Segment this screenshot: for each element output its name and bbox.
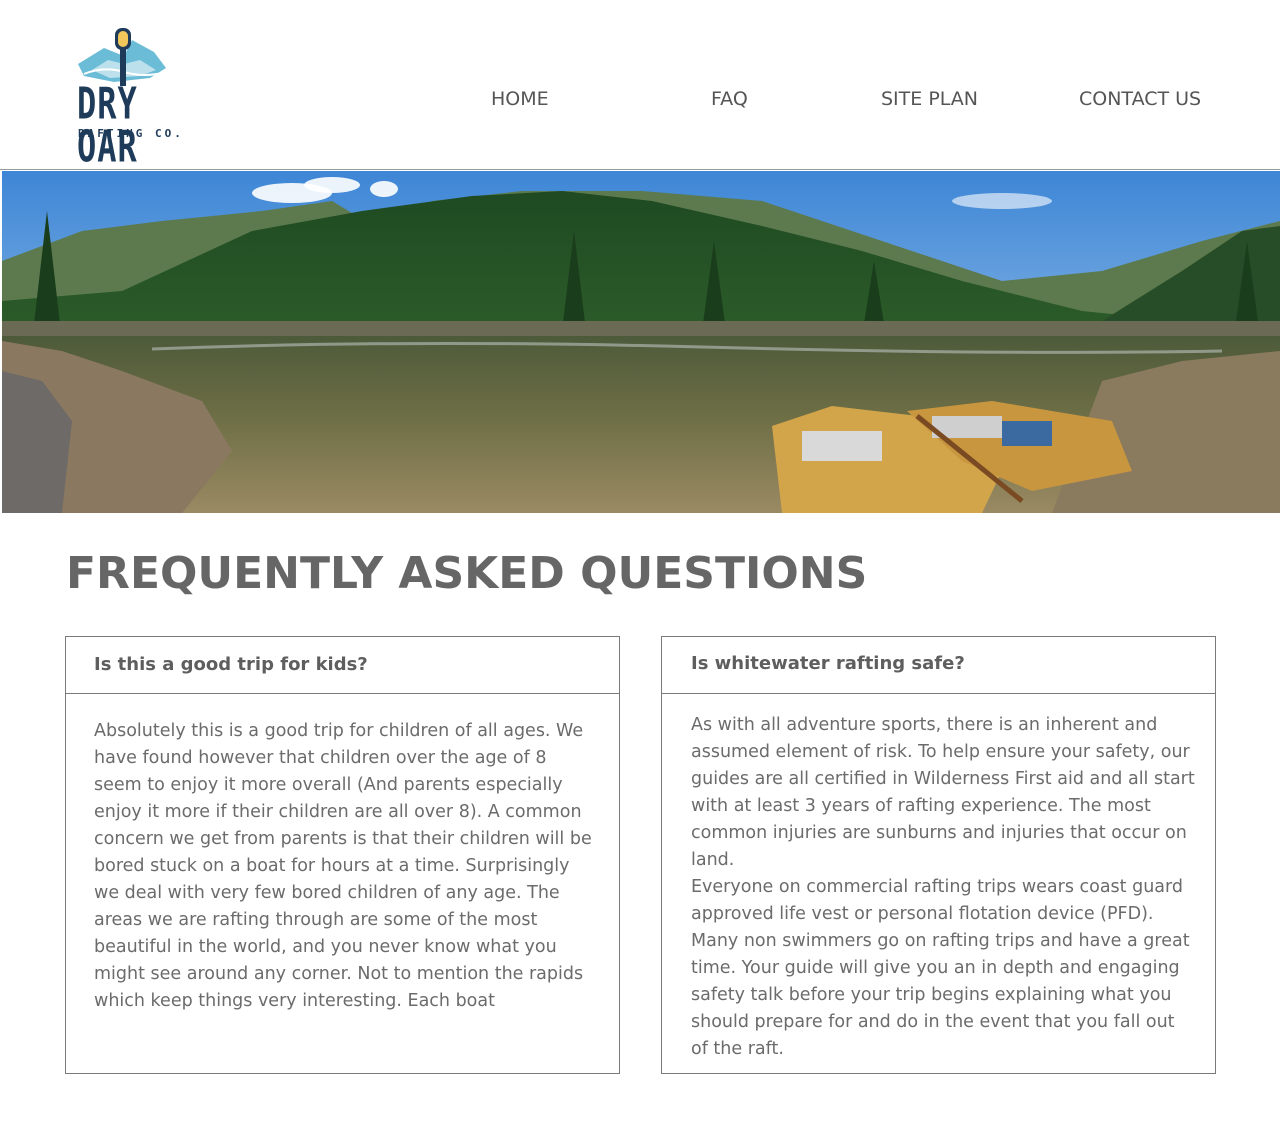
faq-answer-paragraph: Everyone on commercial rafting trips wea…: [691, 877, 1190, 1059]
site-header: DRY OAR RAFTING CO. HOME FAQ SITE PLAN C…: [0, 0, 1280, 170]
faq-question-kids[interactable]: Is this a good trip for kids?: [66, 637, 619, 694]
river-panorama-illustration: [2, 171, 1280, 513]
logo-tagline: RAFTING CO.: [78, 127, 184, 140]
faq-answer-kids: Absolutely this is a good trip for child…: [66, 694, 619, 1015]
nav-faq[interactable]: FAQ: [711, 88, 748, 110]
faq-answer-safety: As with all adventure sports, there is a…: [662, 694, 1215, 1063]
main-nav: HOME FAQ SITE PLAN CONTACT US: [0, 88, 1280, 116]
brand-logo[interactable]: DRY OAR RAFTING CO.: [74, 26, 184, 168]
faq-card-kids: Is this a good trip for kids? Absolutely…: [65, 636, 620, 1074]
faq-answer-paragraph: As with all adventure sports, there is a…: [691, 715, 1195, 870]
page-title: FREQUENTLY ASKED QUESTIONS: [66, 548, 868, 599]
nav-site-plan[interactable]: SITE PLAN: [881, 88, 978, 110]
nav-home[interactable]: HOME: [491, 88, 549, 110]
faq-card-safety: Is whitewater rafting safe? As with all …: [661, 636, 1216, 1074]
faq-answer-paragraph: Absolutely this is a good trip for child…: [94, 721, 592, 1011]
nav-contact-us[interactable]: CONTACT US: [1079, 88, 1201, 110]
faq-question-safety[interactable]: Is whitewater rafting safe?: [662, 637, 1215, 694]
hero-river-panorama-image: [2, 171, 1280, 513]
